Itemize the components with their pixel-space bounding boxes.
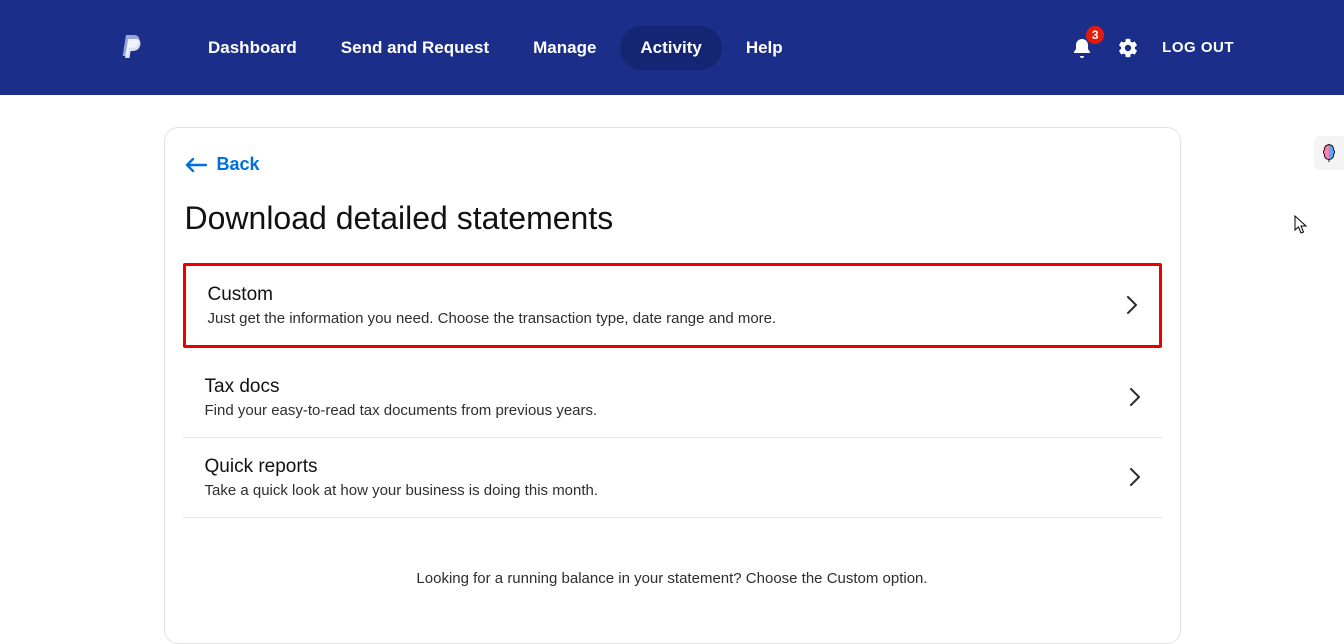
option-desc: Take a quick look at how your business i… [205,482,599,499]
option-title: Tax docs [205,376,598,398]
chevron-right-icon [1130,388,1140,406]
chevron-right-icon [1127,296,1137,314]
option-desc: Just get the information you need. Choos… [208,310,777,327]
option-custom[interactable]: Custom Just get the information you need… [183,263,1162,348]
hint-text: Looking for a running balance in your st… [183,570,1162,587]
brain-icon [1318,142,1340,164]
nav-help[interactable]: Help [726,26,803,70]
logout-button[interactable]: LOG OUT [1162,39,1234,56]
gear-icon [1117,37,1139,59]
back-label: Back [217,154,260,175]
page-title: Download detailed statements [185,200,1162,237]
option-title: Custom [208,284,777,306]
notification-badge: 3 [1086,26,1104,44]
nav-send-and-request[interactable]: Send and Request [321,26,509,70]
paypal-logo[interactable] [120,31,148,65]
settings-button[interactable] [1116,36,1140,60]
notifications-button[interactable]: 3 [1070,36,1094,60]
statements-card: Back Download detailed statements Custom… [164,127,1181,644]
option-tax-docs[interactable]: Tax docs Find your easy-to-read tax docu… [183,358,1162,438]
nav-dashboard[interactable]: Dashboard [188,26,317,70]
arrow-left-icon [185,157,207,173]
back-button[interactable]: Back [185,154,260,175]
chevron-right-icon [1130,468,1140,486]
global-header: Dashboard Send and Request Manage Activi… [0,0,1344,95]
extension-widget[interactable] [1314,136,1344,170]
cursor-icon [1294,215,1308,240]
primary-nav: Dashboard Send and Request Manage Activi… [188,26,1070,70]
nav-activity[interactable]: Activity [620,26,721,70]
header-actions: 3 LOG OUT [1070,36,1234,60]
option-desc: Find your easy-to-read tax documents fro… [205,402,598,419]
nav-manage[interactable]: Manage [513,26,616,70]
option-text: Custom Just get the information you need… [208,284,777,327]
option-text: Quick reports Take a quick look at how y… [205,456,599,499]
option-quick-reports[interactable]: Quick reports Take a quick look at how y… [183,438,1162,518]
option-title: Quick reports [205,456,599,478]
option-text: Tax docs Find your easy-to-read tax docu… [205,376,598,419]
